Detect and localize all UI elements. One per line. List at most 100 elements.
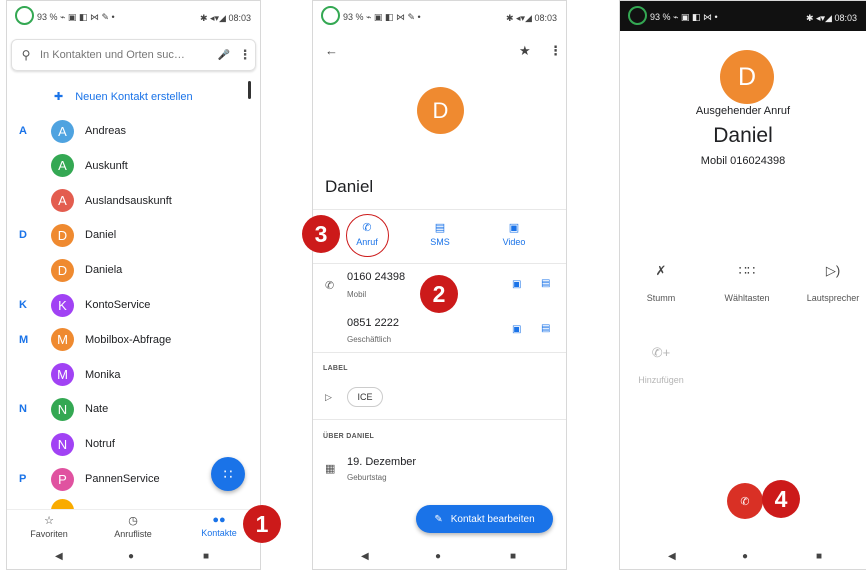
- caller-number: Mobil 016024398: [700, 155, 786, 167]
- nav-contacts-label: Kontakte: [201, 528, 237, 538]
- back-button[interactable]: ◀: [668, 551, 676, 562]
- hang-up-icon: ✆: [740, 495, 750, 508]
- new-contact-label: Neuen Kontakt erstellen: [75, 90, 193, 103]
- home-button[interactable]: ●: [742, 551, 748, 562]
- section-letter: M: [19, 333, 29, 346]
- calendar-icon: ▦: [325, 463, 336, 475]
- contact-name: Daniel: [85, 229, 117, 242]
- avatar: D: [51, 223, 74, 247]
- avatar: D: [51, 258, 74, 282]
- contact-name: Nate: [85, 403, 109, 416]
- star-icon: ☆: [44, 515, 54, 527]
- message-icon[interactable]: ▤: [541, 323, 550, 334]
- back-button[interactable]: ◀: [361, 551, 369, 562]
- nav-favorites[interactable]: ☆ Favoriten: [9, 514, 89, 539]
- section-letter: D: [19, 229, 27, 242]
- back-arrow-icon[interactable]: ←: [325, 43, 338, 58]
- contact-name: Andreas: [85, 125, 126, 137]
- list-item[interactable]: A A Andreas: [7, 114, 260, 148]
- contacts-screen: 93 % ⌁ ▣ ◧ ⋈ ✎ • ✱ ◂▾◢ 08:03 ⚲ In Kontak…: [6, 0, 261, 570]
- step-badge-3: 3: [302, 215, 340, 253]
- home-button[interactable]: ●: [128, 551, 134, 562]
- avatar: D: [720, 50, 774, 104]
- search-icon: ⚲: [21, 48, 31, 62]
- caller-name: Daniel: [713, 124, 773, 147]
- microphone-icon[interactable]: 🎤: [213, 50, 235, 61]
- call-label: Anruf: [356, 237, 378, 247]
- status-left: 93 % ⌁ ▣ ◧ ⋈ ✎ •: [343, 12, 421, 22]
- call-action[interactable]: ✆ Anruf: [342, 221, 392, 247]
- mute-label: Stumm: [646, 293, 676, 303]
- birthday-value: 19. Dezember: [347, 456, 417, 468]
- avatar: P: [51, 467, 74, 491]
- phone-number-mobile[interactable]: 0160 24398: [347, 271, 405, 283]
- list-item[interactable]: A Auslandsauskunft: [7, 184, 260, 218]
- message-icon[interactable]: ▤: [541, 278, 550, 289]
- list-item[interactable]: N N Nate: [7, 392, 260, 426]
- dialpad-icon: ∷: [223, 465, 233, 482]
- keypad-button[interactable]: ∷∷ Wähltasten: [712, 259, 782, 303]
- contact-name: Auslandsauskunft: [85, 194, 172, 207]
- list-item[interactable]: D D Daniel: [7, 218, 260, 252]
- hang-up-button[interactable]: ✆: [727, 483, 763, 519]
- new-contact-button[interactable]: ✚ Neuen Kontakt erstellen: [54, 90, 193, 104]
- call-status: Ausgehender Anruf: [695, 105, 791, 117]
- contact-name: KontoService: [85, 299, 151, 311]
- label-heading: LABEL: [323, 365, 348, 372]
- more-options-icon[interactable]: ⋮: [235, 47, 255, 63]
- avatar: M: [51, 363, 74, 387]
- star-icon[interactable]: ★: [519, 43, 531, 59]
- section-letter: P: [19, 473, 27, 485]
- mute-button[interactable]: ✗ Stumm: [626, 259, 696, 303]
- speaker-button[interactable]: ▷) Lautsprecher: [798, 259, 866, 303]
- step-badge-4: 4: [762, 480, 800, 518]
- list-item[interactable]: M Monika: [7, 358, 260, 392]
- step-badge-2: 2: [420, 275, 458, 313]
- edit-contact-button[interactable]: ✎ Kontakt bearbeiten: [416, 505, 553, 533]
- list-item[interactable]: M M Mobilbox-Abfrage: [7, 323, 260, 357]
- dialpad-icon: ∷∷: [738, 263, 756, 278]
- message-icon: ▤: [434, 222, 446, 234]
- avatar: D: [417, 87, 464, 134]
- mic-off-icon: ✗: [655, 263, 667, 278]
- status-bar: 93 % ⌁ ▣ ◧ ⋈ ✎ • ✱ ◂▾◢ 08:03: [7, 1, 260, 31]
- keypad-label: Wähltasten: [724, 293, 770, 303]
- contact-name: Mobilbox-Abfrage: [85, 333, 172, 346]
- label-chip[interactable]: ICE: [347, 387, 383, 407]
- avatar: M: [51, 328, 74, 352]
- system-navbar: ◀ ● ■: [313, 545, 566, 569]
- video-call-icon[interactable]: ▣: [512, 324, 521, 335]
- status-bar: 93 % ⌁ ▣ ◧ ⋈ ✎ • ✱ ◂▾◢ 08:03: [313, 1, 566, 31]
- recents-button[interactable]: ■: [816, 551, 822, 562]
- nav-call-log[interactable]: ◷ Anrufliste: [93, 514, 173, 539]
- sms-action[interactable]: ▤ SMS: [415, 221, 465, 247]
- recents-button[interactable]: ■: [203, 551, 209, 562]
- more-options-icon[interactable]: ⋮: [549, 43, 562, 59]
- pencil-icon: ✎: [434, 513, 443, 525]
- video-action[interactable]: ▣ Video: [489, 221, 539, 247]
- recents-button[interactable]: ■: [510, 551, 516, 562]
- add-call-button[interactable]: ✆+ Hinzufügen: [626, 341, 696, 385]
- phone-number-work[interactable]: 0851 2222: [347, 317, 399, 329]
- label-icon: ▷: [325, 392, 332, 402]
- divider: [313, 419, 566, 420]
- list-item[interactable]: K K KontoService: [7, 288, 260, 322]
- search-input[interactable]: In Kontakten und Orten suc…: [40, 49, 213, 61]
- battery-ring-icon: [628, 6, 647, 25]
- nav-call-log-label: Anrufliste: [114, 529, 152, 539]
- dialpad-button[interactable]: ∷: [211, 457, 245, 491]
- divider: [313, 352, 566, 353]
- list-item[interactable]: N Notruf: [7, 427, 260, 461]
- status-bar: 93 % ⌁ ▣ ◧ ⋈ • ✱ ◂▾◢ 08:03: [620, 1, 866, 31]
- video-call-icon[interactable]: ▣: [512, 279, 521, 290]
- home-button[interactable]: ●: [435, 551, 441, 562]
- avatar: A: [51, 154, 74, 178]
- list-item[interactable]: A Auskunft: [7, 149, 260, 183]
- scrollbar[interactable]: [248, 81, 251, 99]
- avatar: A: [51, 189, 74, 213]
- section-letter: N: [19, 403, 27, 416]
- list-item[interactable]: D Daniela: [7, 253, 260, 287]
- back-button[interactable]: ◀: [55, 551, 63, 562]
- nav-favorites-label: Favoriten: [30, 529, 68, 539]
- search-bar[interactable]: ⚲ In Kontakten und Orten suc… 🎤 ⋮: [11, 39, 256, 71]
